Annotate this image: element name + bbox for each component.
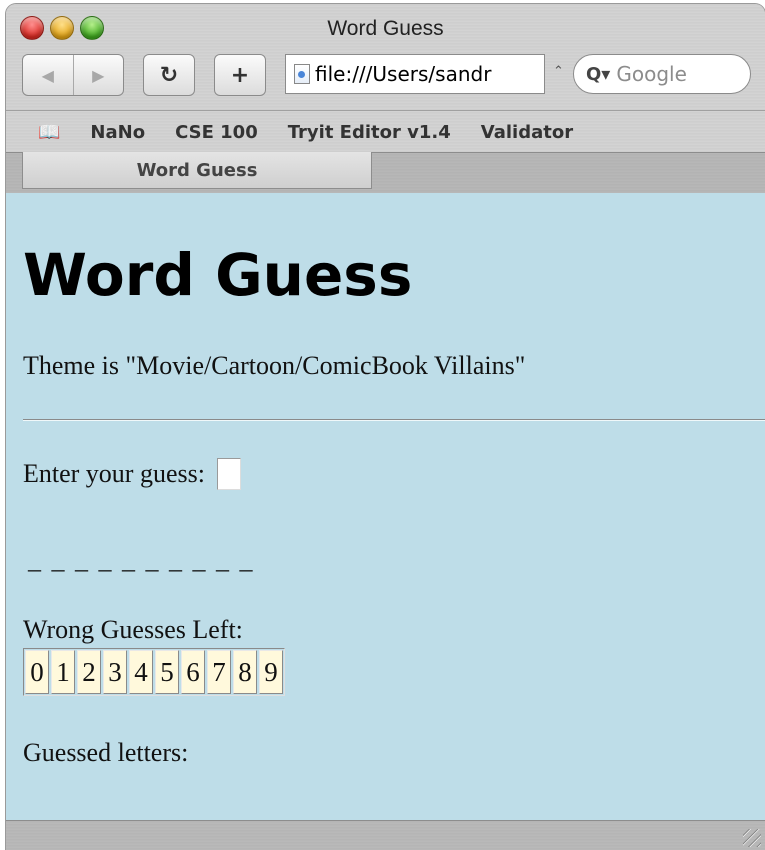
- google-search-field[interactable]: Q▾ Google: [573, 54, 751, 94]
- counter-cell: 1: [51, 650, 75, 694]
- counter-cell: 0: [25, 650, 49, 694]
- forward-button[interactable]: ▶: [74, 55, 124, 95]
- theme-text: Theme is "Movie/Cartoon/ComicBook Villai…: [23, 351, 526, 380]
- bookmarks-book-icon[interactable]: 📖: [38, 122, 60, 143]
- bookmark-tryit-editor[interactable]: Tryit Editor v1.4: [288, 122, 451, 143]
- address-text[interactable]: file:///Users/sandr: [315, 62, 491, 86]
- page-icon: [294, 64, 310, 84]
- guess-label: Enter your guess:: [23, 459, 205, 488]
- guess-row: Enter your guess:: [23, 458, 241, 490]
- status-bar: [6, 820, 765, 850]
- counter-cell: 7: [207, 650, 231, 694]
- page-content: Word Guess Theme is "Movie/Cartoon/Comic…: [6, 193, 765, 820]
- guessed-letters-label: Guessed letters:: [23, 738, 189, 767]
- back-arrow-icon: ◀: [41, 65, 54, 85]
- word-blanks: _ _ _ _ _ _ _ _ _ _: [28, 545, 255, 574]
- browser-window: Word Guess ◀ ▶ ↻ + file:///Users/sandr ⌃…: [6, 4, 765, 850]
- search-icon[interactable]: Q▾: [586, 64, 610, 85]
- counter-cell: 8: [233, 650, 257, 694]
- bookmark-cse-100[interactable]: CSE 100: [175, 122, 258, 143]
- divider: [23, 419, 765, 421]
- page-title: Word Guess: [23, 241, 413, 309]
- counter-cell: 9: [259, 650, 283, 694]
- forward-arrow-icon: ▶: [92, 65, 105, 85]
- counter-cell: 2: [77, 650, 101, 694]
- tab-bar: Word Guess: [6, 152, 765, 194]
- window-title: Word Guess: [327, 17, 444, 40]
- reload-button[interactable]: ↻: [143, 54, 195, 96]
- counter-cell: 4: [129, 650, 153, 694]
- counter-cell: 5: [155, 650, 179, 694]
- window-chrome: Word Guess ◀ ▶ ↻ + file:///Users/sandr ⌃…: [6, 4, 765, 154]
- reload-icon: ↻: [159, 62, 179, 88]
- address-bar[interactable]: file:///Users/sandr: [285, 54, 545, 94]
- snapback-icon[interactable]: ⌃: [553, 64, 564, 79]
- back-forward-group: ◀ ▶: [22, 54, 124, 96]
- plus-icon: +: [230, 62, 250, 88]
- tab-word-guess[interactable]: Word Guess: [22, 152, 372, 189]
- search-placeholder: Google: [616, 62, 687, 86]
- guess-input[interactable]: [216, 458, 241, 490]
- wrong-guesses-counter: 0 1 2 3 4 5 6 7 8 9: [23, 648, 285, 696]
- bookmarks-bar: 📖 NaNo CSE 100 Tryit Editor v1.4 Validat…: [6, 110, 765, 153]
- add-bookmark-button[interactable]: +: [214, 54, 266, 96]
- resize-grip-icon[interactable]: [743, 829, 761, 847]
- counter-cell: 6: [181, 650, 205, 694]
- bookmark-nano[interactable]: NaNo: [90, 122, 145, 143]
- bookmark-validator[interactable]: Validator: [481, 122, 573, 143]
- counter-cell: 3: [103, 650, 127, 694]
- back-button[interactable]: ◀: [23, 55, 74, 95]
- wrong-guesses-label: Wrong Guesses Left:: [23, 615, 243, 644]
